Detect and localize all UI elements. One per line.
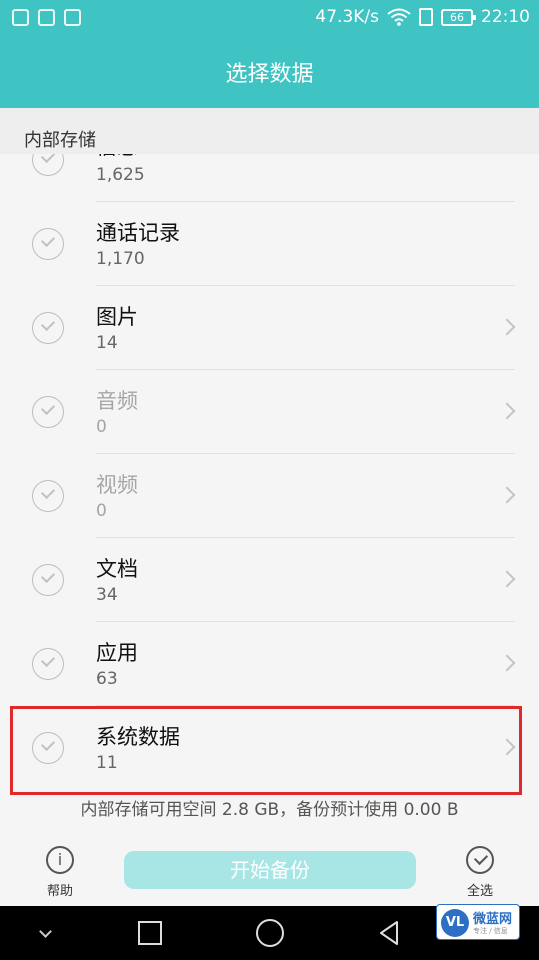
watermark-logo: VL 微蓝网 专注 / 信息 bbox=[436, 904, 520, 940]
watermark-name: 微蓝网 bbox=[473, 912, 513, 927]
checkbox-icon[interactable] bbox=[32, 396, 64, 428]
item-count: 34 bbox=[96, 585, 118, 605]
item-label: 视频 bbox=[96, 473, 138, 497]
info-icon: i bbox=[46, 846, 74, 874]
home-button[interactable] bbox=[253, 906, 287, 960]
recents-button[interactable] bbox=[135, 906, 165, 960]
watermark-badge: VL bbox=[441, 909, 469, 937]
checkbox-icon[interactable] bbox=[32, 228, 64, 260]
item-count: 1,625 bbox=[96, 165, 145, 185]
sim-card-icon bbox=[419, 8, 433, 26]
item-count: 0 bbox=[96, 417, 107, 437]
battery-icon: 66 bbox=[441, 8, 476, 26]
chevron-right-icon[interactable] bbox=[498, 402, 516, 420]
bottom-action-bar: i 帮助 开始备份 全选 bbox=[0, 838, 539, 906]
item-label: 文档 bbox=[96, 557, 138, 581]
checkbox-icon[interactable] bbox=[32, 154, 64, 176]
item-count: 14 bbox=[96, 333, 118, 353]
help-button[interactable]: i 帮助 bbox=[38, 846, 82, 899]
list-item-apps[interactable]: 应用 63 bbox=[0, 622, 539, 706]
list-item-pictures[interactable]: 图片 14 bbox=[0, 286, 539, 370]
status-bar: 47.3K/s 66 22:10 bbox=[0, 0, 539, 36]
chevron-right-icon[interactable] bbox=[498, 570, 516, 588]
title-bar: 选择数据 bbox=[0, 36, 539, 108]
item-count: 0 bbox=[96, 501, 107, 521]
chevron-right-icon[interactable] bbox=[498, 318, 516, 336]
checkbox-icon[interactable] bbox=[32, 312, 64, 344]
start-backup-button[interactable]: 开始备份 bbox=[124, 851, 416, 889]
list-item-call-log[interactable]: 通话记录 1,170 bbox=[0, 202, 539, 286]
notification-icons bbox=[12, 9, 81, 26]
list-item-audio[interactable]: 音频 0 bbox=[0, 370, 539, 454]
help-label: 帮助 bbox=[46, 884, 73, 899]
item-label: 音频 bbox=[96, 389, 138, 413]
battery-level: 66 bbox=[450, 10, 464, 24]
checkbox-icon[interactable] bbox=[32, 564, 64, 596]
item-label: 图片 bbox=[96, 305, 138, 329]
square-icon bbox=[138, 921, 162, 945]
item-label: 通话记录 bbox=[96, 221, 180, 245]
photo-app-icon bbox=[12, 9, 29, 26]
list-item-documents[interactable]: 文档 34 bbox=[0, 538, 539, 622]
select-all-label: 全选 bbox=[466, 884, 493, 899]
clock: 22:10 bbox=[481, 7, 530, 27]
chevron-right-icon[interactable] bbox=[498, 486, 516, 504]
list-item-video[interactable]: 视频 0 bbox=[0, 454, 539, 538]
shield-app-icon bbox=[64, 9, 81, 26]
watermark-sub: 专注 / 信息 bbox=[473, 927, 508, 935]
hide-nav-button[interactable] bbox=[30, 906, 60, 960]
select-all-button[interactable]: 全选 bbox=[458, 846, 502, 899]
check-circle-icon bbox=[466, 846, 494, 874]
back-button[interactable] bbox=[375, 906, 405, 960]
checkbox-icon[interactable] bbox=[32, 648, 64, 680]
wifi-icon bbox=[387, 8, 411, 26]
item-count: 1,170 bbox=[96, 249, 145, 269]
storage-note: 内部存储可用空间 2.8 GB，备份预计使用 0.00 B bbox=[80, 800, 459, 820]
list-item-messages[interactable]: 信息 1,625 bbox=[0, 154, 539, 202]
data-type-list[interactable]: 信息 1,625 通话记录 1,170 图片 14 音频 0 视频 0 文档 3… bbox=[0, 154, 539, 794]
circle-icon bbox=[256, 919, 284, 947]
section-header-label: 内部存储 bbox=[24, 130, 96, 151]
chevron-right-icon[interactable] bbox=[498, 654, 516, 672]
page-title: 选择数据 bbox=[225, 62, 314, 87]
item-label: 信息 bbox=[96, 154, 138, 161]
chevron-down-icon bbox=[38, 924, 52, 938]
highlight-annotation bbox=[10, 706, 522, 795]
back-triangle-icon bbox=[380, 921, 398, 945]
item-label: 应用 bbox=[96, 641, 138, 665]
item-count: 63 bbox=[96, 669, 118, 689]
network-speed: 47.3K/s bbox=[315, 7, 379, 27]
gallery-app-icon bbox=[38, 9, 55, 26]
checkbox-icon[interactable] bbox=[32, 480, 64, 512]
section-header: 内部存储 bbox=[0, 108, 539, 154]
